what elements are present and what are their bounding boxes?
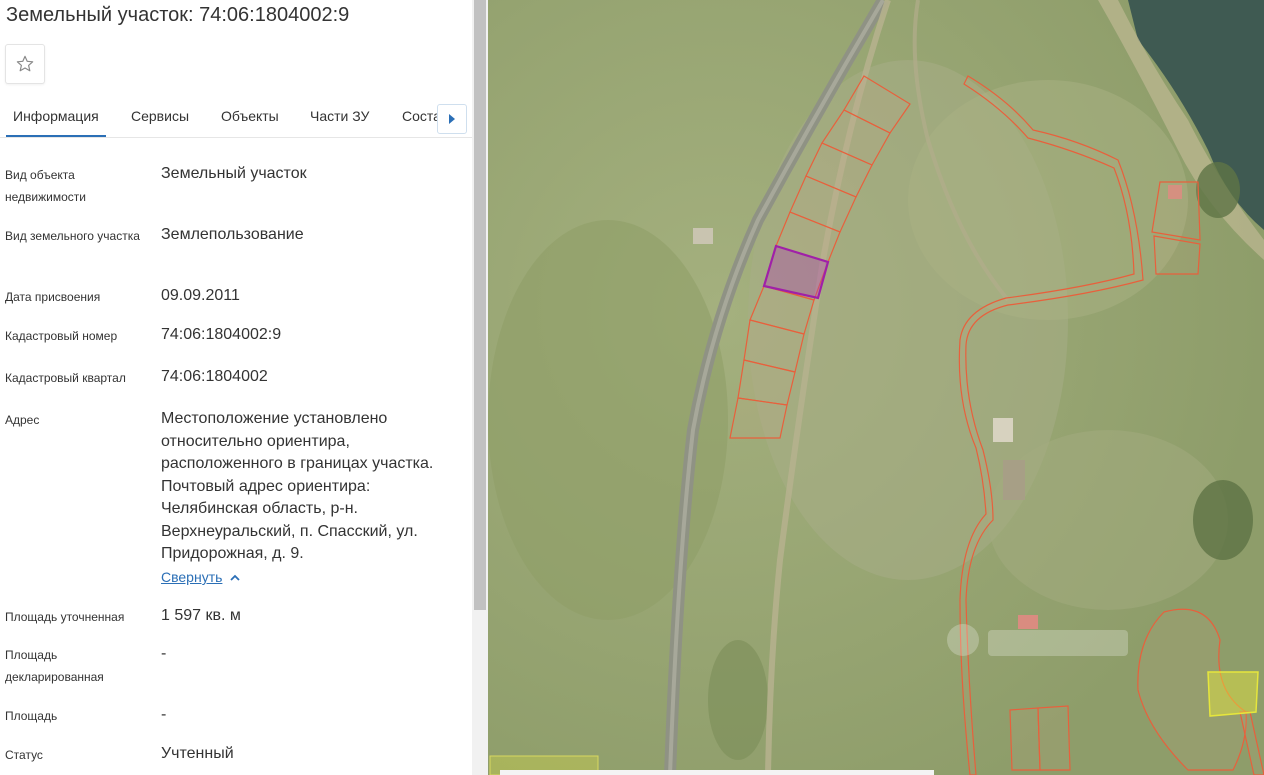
tab-information[interactable]: Информация: [13, 108, 99, 124]
chevron-up-icon: [230, 574, 241, 581]
cadastral-quarter-value: 74:06:1804002: [161, 368, 268, 385]
active-tab-indicator: [6, 135, 106, 137]
area-label: Площадь: [5, 709, 58, 723]
tab-bar: Информация Сервисы Объекты Части ЗУ Сост…: [0, 96, 472, 138]
date-value: 09.09.2011: [161, 287, 240, 304]
object-type-value: Земельный участок: [161, 165, 307, 182]
land-type-value: Землепользование: [161, 226, 304, 243]
land-type-label: Вид земельного участка: [5, 229, 140, 243]
cadastral-number-value: 74:06:1804002:9: [161, 326, 282, 343]
tab-services[interactable]: Сервисы: [131, 108, 189, 124]
satellite-map[interactable]: [488, 0, 1264, 775]
tab-composition[interactable]: Соста: [402, 108, 441, 124]
star-outline-icon: [16, 55, 34, 72]
area-value: -: [161, 706, 167, 723]
favorite-button[interactable]: [5, 44, 45, 84]
address-label: Адрес: [5, 413, 40, 427]
status-value: Учтенный: [161, 745, 234, 762]
map-canvas[interactable]: [488, 0, 1264, 775]
tab-parcel-parts[interactable]: Части ЗУ: [310, 108, 369, 124]
page-title: Земельный участок: 74:06:1804002:9: [6, 4, 350, 26]
collapse-link-label: Свернуть: [161, 569, 223, 585]
cadastral-number-label: Кадастровый номер: [5, 329, 118, 343]
status-label: Статус: [5, 748, 43, 762]
area-declared-label: Площадь декларированная: [5, 648, 104, 684]
tab-objects[interactable]: Объекты: [221, 108, 279, 124]
area-refined-value: 1 597 кв. м: [161, 607, 241, 624]
tabs-scroll-next-button[interactable]: [437, 104, 467, 134]
cadastral-quarter-label: Кадастровый квартал: [5, 371, 126, 385]
area-refined-label: Площадь уточненная: [5, 610, 125, 624]
date-label: Дата присвоения: [5, 290, 101, 304]
caret-right-icon: [449, 114, 455, 124]
address-value: Местоположение установлено относительно …: [161, 410, 434, 562]
info-panel: Земельный участок: 74:06:1804002:9 Инфор…: [0, 0, 472, 775]
collapse-link[interactable]: Свернуть: [161, 569, 241, 585]
panel-scrollbar-thumb[interactable]: [474, 0, 486, 610]
area-declared-value: -: [161, 645, 167, 662]
object-type-label: Вид объекта недвижимости: [5, 168, 86, 204]
